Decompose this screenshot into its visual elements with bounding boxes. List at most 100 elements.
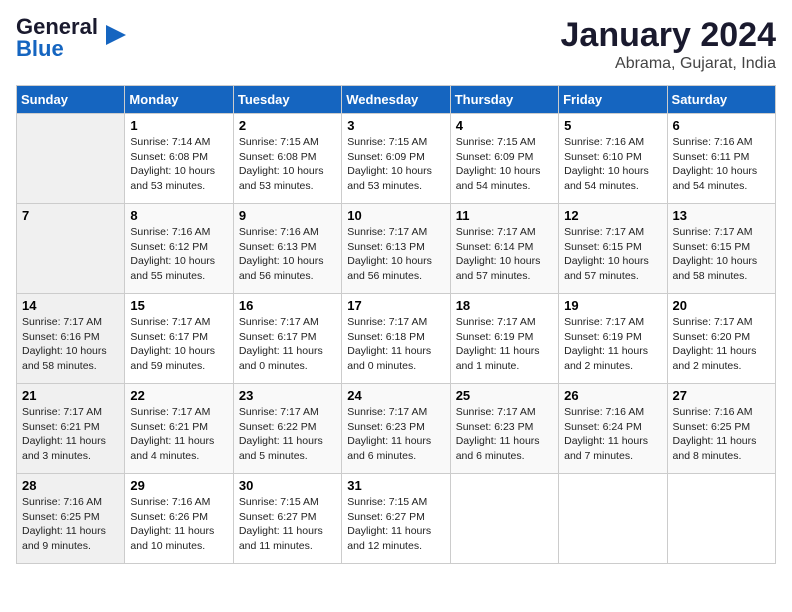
day-number: 1 xyxy=(130,118,227,133)
day-number: 18 xyxy=(456,298,553,313)
day-info: Sunrise: 7:15 AMSunset: 6:09 PMDaylight:… xyxy=(456,135,553,194)
calendar-day-cell: 30Sunrise: 7:15 AMSunset: 6:27 PMDayligh… xyxy=(233,474,341,564)
day-info: Sunrise: 7:15 AMSunset: 6:27 PMDaylight:… xyxy=(347,495,444,554)
calendar-day-cell: 21 Sunrise: 7:17 AMSunset: 6:21 PMDayligh… xyxy=(17,384,125,474)
day-info: Sunrise: 7:16 AMSunset: 6:12 PMDaylight:… xyxy=(130,225,227,284)
title-block: January 2024 Abrama, Gujarat, India xyxy=(561,16,777,73)
calendar-day-cell: 17 Sunrise: 7:17 AMSunset: 6:18 PMDayligh… xyxy=(342,294,450,384)
calendar-day-cell: 16 Sunrise: 7:17 AMSunset: 6:17 PMDayligh… xyxy=(233,294,341,384)
day-number: 17 xyxy=(347,298,444,313)
day-info: Sunrise: 7:17 AMSunset: 6:19 PMDaylight:… xyxy=(564,315,661,374)
calendar-day-cell xyxy=(559,474,667,564)
calendar-day-cell: 22 Sunrise: 7:17 AMSunset: 6:21 PMDayligh… xyxy=(125,384,233,474)
day-number: 5 xyxy=(564,118,661,133)
calendar-day-cell xyxy=(667,474,775,564)
day-info: Sunrise: 7:17 AMSunset: 6:23 PMDaylight:… xyxy=(347,405,444,464)
weekday-header: Saturday xyxy=(667,86,775,114)
weekday-header: Friday xyxy=(559,86,667,114)
calendar-day-cell: 5 Sunrise: 7:16 AMSunset: 6:10 PMDaylight… xyxy=(559,114,667,204)
calendar-day-cell: 25 Sunrise: 7:17 AMSunset: 6:23 PMDayligh… xyxy=(450,384,558,474)
calendar-day-cell: 4Sunrise: 7:15 AMSunset: 6:09 PMDaylight… xyxy=(450,114,558,204)
day-info: Sunrise: 7:17 AMSunset: 6:21 PMDaylight:… xyxy=(130,405,227,464)
day-info: Sunrise: 7:17 AMSunset: 6:14 PMDaylight:… xyxy=(456,225,553,284)
calendar-day-cell: 1 Sunrise: 7:14 AMSunset: 6:08 PMDaylight… xyxy=(125,114,233,204)
day-number: 12 xyxy=(564,208,661,223)
calendar-header-row: SundayMondayTuesdayWednesdayThursdayFrid… xyxy=(17,86,776,114)
day-number: 2 xyxy=(239,118,336,133)
day-number: 6 xyxy=(673,118,770,133)
calendar-week-row: 78 Sunrise: 7:16 AMSunset: 6:12 PMDayligh… xyxy=(17,204,776,294)
calendar-day-cell: 23 Sunrise: 7:17 AMSunset: 6:22 PMDayligh… xyxy=(233,384,341,474)
day-info: Sunrise: 7:16 AMSunset: 6:26 PMDaylight:… xyxy=(130,495,227,554)
calendar-day-cell: 8 Sunrise: 7:16 AMSunset: 6:12 PMDaylight… xyxy=(125,204,233,294)
weekday-header: Tuesday xyxy=(233,86,341,114)
calendar-day-cell: 14Sunrise: 7:17 AMSunset: 6:16 PMDayligh… xyxy=(17,294,125,384)
day-info: Sunrise: 7:17 AMSunset: 6:18 PMDaylight:… xyxy=(347,315,444,374)
weekday-header: Thursday xyxy=(450,86,558,114)
calendar-day-cell: 7 xyxy=(17,204,125,294)
calendar-day-cell: 9 Sunrise: 7:16 AMSunset: 6:13 PMDaylight… xyxy=(233,204,341,294)
day-number: 30 xyxy=(239,478,336,493)
day-number: 21 xyxy=(22,388,119,403)
day-number: 7 xyxy=(22,208,119,223)
day-info: Sunrise: 7:17 AMSunset: 6:23 PMDaylight:… xyxy=(456,405,553,464)
page-header: GeneralBlue January 2024 Abrama, Gujarat… xyxy=(16,16,776,73)
day-info: Sunrise: 7:16 AMSunset: 6:13 PMDaylight:… xyxy=(239,225,336,284)
day-info: Sunrise: 7:17 AMSunset: 6:20 PMDaylight:… xyxy=(673,315,770,374)
calendar-week-row: 14Sunrise: 7:17 AMSunset: 6:16 PMDayligh… xyxy=(17,294,776,384)
day-info: Sunrise: 7:17 AMSunset: 6:17 PMDaylight:… xyxy=(239,315,336,374)
calendar-day-cell: 26 Sunrise: 7:16 AMSunset: 6:24 PMDayligh… xyxy=(559,384,667,474)
weekday-header: Sunday xyxy=(17,86,125,114)
day-number: 9 xyxy=(239,208,336,223)
day-number: 20 xyxy=(673,298,770,313)
calendar-week-row: 1 Sunrise: 7:14 AMSunset: 6:08 PMDaylight… xyxy=(17,114,776,204)
calendar-day-cell: 24 Sunrise: 7:17 AMSunset: 6:23 PMDayligh… xyxy=(342,384,450,474)
calendar-day-cell: 13Sunrise: 7:17 AMSunset: 6:15 PMDayligh… xyxy=(667,204,775,294)
day-number: 15 xyxy=(130,298,227,313)
calendar-day-cell: 6Sunrise: 7:16 AMSunset: 6:11 PMDaylight… xyxy=(667,114,775,204)
logo: GeneralBlue xyxy=(16,16,130,60)
day-number: 3 xyxy=(347,118,444,133)
calendar-day-cell: 18 Sunrise: 7:17 AMSunset: 6:19 PMDayligh… xyxy=(450,294,558,384)
calendar-day-cell: 15Sunrise: 7:17 AMSunset: 6:17 PMDayligh… xyxy=(125,294,233,384)
calendar-day-cell xyxy=(450,474,558,564)
day-info: Sunrise: 7:17 AMSunset: 6:19 PMDaylight:… xyxy=(456,315,553,374)
day-info: Sunrise: 7:14 AMSunset: 6:08 PMDaylight:… xyxy=(130,135,227,194)
calendar-day-cell: 31Sunrise: 7:15 AMSunset: 6:27 PMDayligh… xyxy=(342,474,450,564)
calendar-day-cell: 20 Sunrise: 7:17 AMSunset: 6:20 PMDayligh… xyxy=(667,294,775,384)
calendar-day-cell: 12 Sunrise: 7:17 AMSunset: 6:15 PMDayligh… xyxy=(559,204,667,294)
calendar-week-row: 21 Sunrise: 7:17 AMSunset: 6:21 PMDayligh… xyxy=(17,384,776,474)
page-subtitle: Abrama, Gujarat, India xyxy=(561,55,777,73)
calendar-day-cell: 29Sunrise: 7:16 AMSunset: 6:26 PMDayligh… xyxy=(125,474,233,564)
day-number: 11 xyxy=(456,208,553,223)
calendar-day-cell: 11 Sunrise: 7:17 AMSunset: 6:14 PMDayligh… xyxy=(450,204,558,294)
day-number: 27 xyxy=(673,388,770,403)
day-number: 22 xyxy=(130,388,227,403)
day-number: 16 xyxy=(239,298,336,313)
calendar-day-cell: 2 Sunrise: 7:15 AMSunset: 6:08 PMDaylight… xyxy=(233,114,341,204)
logo-arrow-icon xyxy=(102,21,130,49)
calendar-day-cell: 28Sunrise: 7:16 AMSunset: 6:25 PMDayligh… xyxy=(17,474,125,564)
day-info: Sunrise: 7:16 AMSunset: 6:24 PMDaylight:… xyxy=(564,405,661,464)
calendar-table: SundayMondayTuesdayWednesdayThursdayFrid… xyxy=(16,85,776,564)
day-info: Sunrise: 7:17 AMSunset: 6:13 PMDaylight:… xyxy=(347,225,444,284)
logo-text: GeneralBlue xyxy=(16,16,98,60)
day-info: Sunrise: 7:17 AMSunset: 6:22 PMDaylight:… xyxy=(239,405,336,464)
day-number: 14 xyxy=(22,298,119,313)
day-number: 26 xyxy=(564,388,661,403)
day-info: Sunrise: 7:16 AMSunset: 6:10 PMDaylight:… xyxy=(564,135,661,194)
day-info: Sunrise: 7:15 AMSunset: 6:08 PMDaylight:… xyxy=(239,135,336,194)
day-number: 23 xyxy=(239,388,336,403)
day-number: 8 xyxy=(130,208,227,223)
day-number: 19 xyxy=(564,298,661,313)
day-number: 25 xyxy=(456,388,553,403)
calendar-body: 1 Sunrise: 7:14 AMSunset: 6:08 PMDaylight… xyxy=(17,114,776,564)
day-info: Sunrise: 7:17 AMSunset: 6:15 PMDaylight:… xyxy=(564,225,661,284)
calendar-day-cell: 27Sunrise: 7:16 AMSunset: 6:25 PMDayligh… xyxy=(667,384,775,474)
day-info: Sunrise: 7:17 AMSunset: 6:15 PMDaylight:… xyxy=(673,225,770,284)
day-number: 24 xyxy=(347,388,444,403)
calendar-day-cell xyxy=(17,114,125,204)
day-info: Sunrise: 7:17 AMSunset: 6:21 PMDaylight:… xyxy=(22,405,119,464)
calendar-day-cell: 10Sunrise: 7:17 AMSunset: 6:13 PMDayligh… xyxy=(342,204,450,294)
page-title: January 2024 xyxy=(561,16,777,55)
